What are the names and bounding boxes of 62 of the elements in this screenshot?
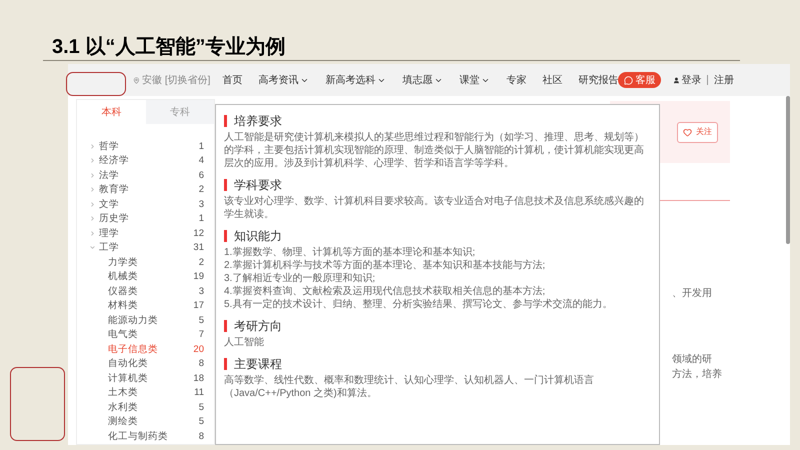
heading-accent bbox=[224, 115, 227, 127]
category-item[interactable]: 化工与制药类 8 bbox=[89, 429, 204, 444]
register-link[interactable]: 注册 bbox=[714, 72, 734, 88]
category-item[interactable]: 水利类 5 bbox=[89, 400, 204, 414]
section-text: 4.掌握资料查询、文献检索及运用现代信息技术获取相关信息的基本方法; bbox=[224, 285, 546, 298]
nav-link[interactable]: 课堂 bbox=[459, 72, 490, 88]
nav-link[interactable]: 高考资讯 bbox=[258, 72, 310, 88]
category-item[interactable]: 材料类 17 bbox=[89, 298, 204, 313]
category-item[interactable]: 理学 12 bbox=[89, 226, 204, 240]
section-text: 5.具有一定的技术设计、归纳、整理、分析实验结果、撰写论文、参与学术交流的能力。 bbox=[224, 298, 614, 311]
category-item[interactable]: 哲学 1 bbox=[89, 139, 204, 154]
section-text: 该专业对心理学、数学、计算机科目要求较高。该专业适合对电子信息技术及信息系统感兴趣的学生就读。 bbox=[224, 195, 645, 221]
partial-text: 、开发用 bbox=[671, 287, 713, 301]
category-item[interactable]: 计算机类 18 bbox=[89, 371, 204, 386]
nav-link[interactable]: 首页 bbox=[222, 72, 242, 88]
heading-accent bbox=[224, 358, 227, 370]
section-text: 人工智能是研究使计算机来模拟人的某些思维过程和智能行为（如学习、推理、思考、规划等）的学科，主要包括计算机实现智能的原理、制造类似于人脑智能的计算机，使计算机能实现更高层次的应用。涉及到计算机科学、心理学、哲学和语言学等学科。 bbox=[224, 131, 645, 170]
section-heading: 培养要求 bbox=[234, 113, 282, 130]
category-item[interactable]: 工学 31 bbox=[89, 240, 204, 255]
category-item[interactable]: 仪器类 3 bbox=[89, 284, 204, 298]
category-item[interactable]: 力学类 2 bbox=[89, 255, 204, 270]
category-item[interactable]: 能源动力类 5 bbox=[89, 313, 204, 328]
section-text: 高等数学、线性代数、概率和数理统计、认知心理学、认知机器人、一门计算机语言（Java/C++/Python 之类)和算法。 bbox=[224, 374, 595, 400]
nav-link[interactable]: 填志愿 bbox=[402, 72, 444, 88]
category-item[interactable]: 历史学 1 bbox=[89, 212, 204, 226]
chat-icon bbox=[624, 76, 634, 84]
heading-accent bbox=[224, 179, 227, 191]
nav-link[interactable]: 专家 bbox=[506, 72, 526, 88]
section-heading: 学科要求 bbox=[234, 177, 282, 194]
section-text: 1.掌握数学、物理、计算机等方面的基本理论和基本知识; bbox=[224, 246, 476, 259]
section-heading: 主要课程 bbox=[234, 356, 282, 373]
location-pin-icon bbox=[133, 76, 140, 84]
heart-icon bbox=[683, 128, 692, 136]
login-link[interactable]: 登录 bbox=[681, 72, 702, 88]
follow-button[interactable]: 关注 bbox=[677, 122, 718, 142]
location-label: 安徽 bbox=[142, 74, 162, 88]
section-heading: 知识能力 bbox=[234, 228, 282, 245]
category-item[interactable]: 电子信息类 20 bbox=[89, 342, 204, 356]
partial-text: 领域的研 bbox=[671, 353, 713, 367]
category-item[interactable]: 经济学 4 bbox=[89, 154, 204, 168]
nav-link[interactable]: 新高考选科 bbox=[325, 72, 386, 88]
service-button[interactable]: 客服 bbox=[618, 72, 662, 88]
highlight-frame bbox=[66, 72, 126, 96]
partial-text: 方法，培养 bbox=[671, 368, 723, 382]
slide-title: 3.1 以“人工智能”专业为例 bbox=[51, 35, 286, 60]
category-item[interactable]: 自动化类 8 bbox=[89, 356, 204, 371]
section-heading: 考研方向 bbox=[234, 318, 282, 335]
category-item[interactable]: 文学 3 bbox=[89, 197, 204, 212]
category-item[interactable]: 电气类 7 bbox=[89, 328, 204, 342]
category-item[interactable]: 土木类 11 bbox=[89, 386, 204, 400]
section-text: 2.掌握计算机科学与技术等方面的基本理论、基本知识和基本技能与方法; bbox=[224, 259, 546, 272]
category-item[interactable]: 测绘类 5 bbox=[89, 414, 204, 429]
user-icon bbox=[673, 76, 680, 84]
section-text: 人工智能 bbox=[224, 336, 265, 349]
category-item[interactable]: 机械类 19 bbox=[89, 270, 204, 284]
category-item[interactable]: 教育学 2 bbox=[89, 182, 204, 197]
section-text: 3.了解相近专业的一般原理和知识; bbox=[224, 272, 376, 285]
nav-link[interactable]: 社区 bbox=[542, 72, 562, 88]
nav-link[interactable]: 研究报告 bbox=[578, 72, 618, 88]
heading-accent bbox=[224, 230, 227, 242]
heading-accent bbox=[224, 320, 227, 332]
category-item[interactable]: 法学 6 bbox=[89, 168, 204, 182]
